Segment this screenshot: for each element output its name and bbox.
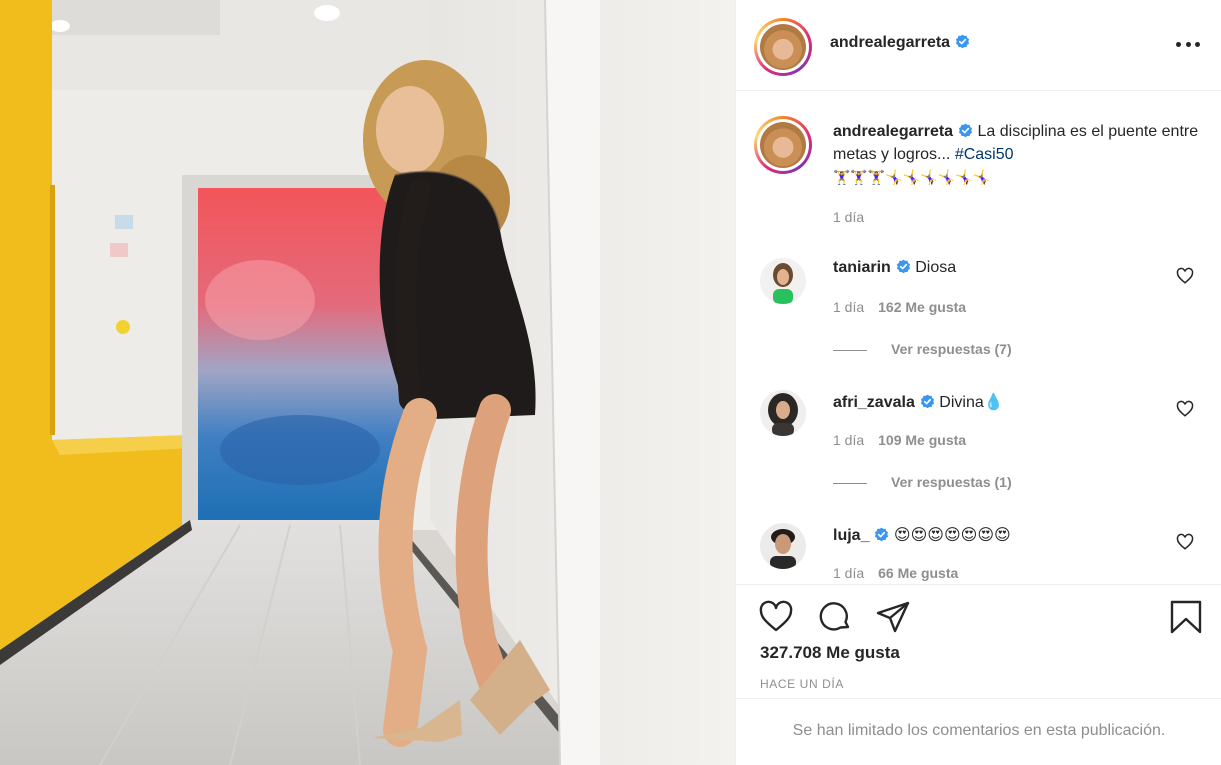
caption-emoji: 🏋️‍♀️🏋️‍♀️🏋️‍♀️🤸‍♀️🤸‍♀️🤸‍♀️🤸‍♀️🤸‍♀️🤸‍♀️ xyxy=(833,170,990,186)
post-header: andrealegarreta xyxy=(736,0,1221,91)
bookmark-icon[interactable] xyxy=(1168,599,1204,635)
view-replies-button[interactable]: Ver respuestas (7) xyxy=(833,341,1012,357)
comment-time[interactable]: 1 día xyxy=(833,299,864,315)
comment-heart-icon[interactable] xyxy=(1176,533,1194,551)
post-panel: andrealegarreta andrealegarreta La disci… xyxy=(735,0,1221,765)
author-username[interactable]: andrealegarreta xyxy=(830,34,950,51)
comment-avatar[interactable] xyxy=(760,258,806,304)
view-replies-label: Ver respuestas (7) xyxy=(891,341,1012,357)
comment-text: afri_zavala Divina💧 xyxy=(833,392,1004,412)
comment-body: Divina💧 xyxy=(939,394,1004,411)
verified-icon xyxy=(896,259,910,274)
more-options-icon[interactable] xyxy=(1176,34,1200,54)
comment-icon[interactable] xyxy=(817,599,853,635)
comment-body: 😍😍😍😍😍😍😍 xyxy=(893,527,1011,544)
comments-limited-notice: Se han limitado los comentarios en esta … xyxy=(792,722,1166,739)
comment-likes[interactable]: 66 Me gusta xyxy=(878,565,958,581)
caption-hashtag[interactable]: #Casi50 xyxy=(955,146,1014,163)
likes-count[interactable]: 327.708 Me gusta xyxy=(760,643,900,663)
comment-text: taniarin Diosa xyxy=(833,259,956,277)
comment-meta: 1 día 66 Me gusta xyxy=(833,565,958,581)
comment-text: luja_ 😍😍😍😍😍😍😍 xyxy=(833,525,1011,545)
comment-avatar[interactable] xyxy=(760,390,806,436)
view-replies-button[interactable]: Ver respuestas (1) xyxy=(833,474,1012,490)
caption-timestamp[interactable]: 1 día xyxy=(833,209,864,225)
heart-icon[interactable] xyxy=(758,599,794,635)
comment-time[interactable]: 1 día xyxy=(833,565,864,581)
verified-icon xyxy=(959,123,973,138)
comment-avatar[interactable] xyxy=(760,523,806,569)
verified-icon xyxy=(920,394,934,409)
comment-username[interactable]: afri_zavala xyxy=(833,394,915,411)
comment-heart-icon[interactable] xyxy=(1176,400,1194,418)
post-actions: 327.708 Me gusta HACE UN DÍA xyxy=(736,584,1221,699)
verified-icon xyxy=(875,527,889,542)
post-timestamp[interactable]: HACE UN DÍA xyxy=(760,677,844,691)
comment-body: Diosa xyxy=(915,259,957,276)
view-replies-label: Ver respuestas (1) xyxy=(891,474,1012,490)
caption-avatar[interactable] xyxy=(754,116,812,174)
author-username-wrap: andrealegarreta xyxy=(830,34,970,52)
comment-likes[interactable]: 109 Me gusta xyxy=(878,432,966,448)
verified-icon xyxy=(956,34,970,49)
comment-likes[interactable]: 162 Me gusta xyxy=(878,299,966,315)
author-avatar[interactable] xyxy=(754,18,812,76)
caption-username[interactable]: andrealegarreta xyxy=(833,123,953,140)
caption-text: andrealegarreta La disciplina es el puen… xyxy=(833,120,1203,190)
photo-illustration xyxy=(0,0,735,765)
post-photo[interactable] xyxy=(0,0,735,765)
share-icon[interactable] xyxy=(875,599,911,635)
comments-list[interactable]: andrealegarreta La disciplina es el puen… xyxy=(736,92,1221,582)
comment-heart-icon[interactable] xyxy=(1176,267,1194,285)
comment-time[interactable]: 1 día xyxy=(833,432,864,448)
comment-meta: 1 día 109 Me gusta xyxy=(833,432,966,448)
comment-meta: 1 día 162 Me gusta xyxy=(833,299,966,315)
comment-username[interactable]: taniarin xyxy=(833,259,891,276)
comment-username[interactable]: luja_ xyxy=(833,527,869,544)
